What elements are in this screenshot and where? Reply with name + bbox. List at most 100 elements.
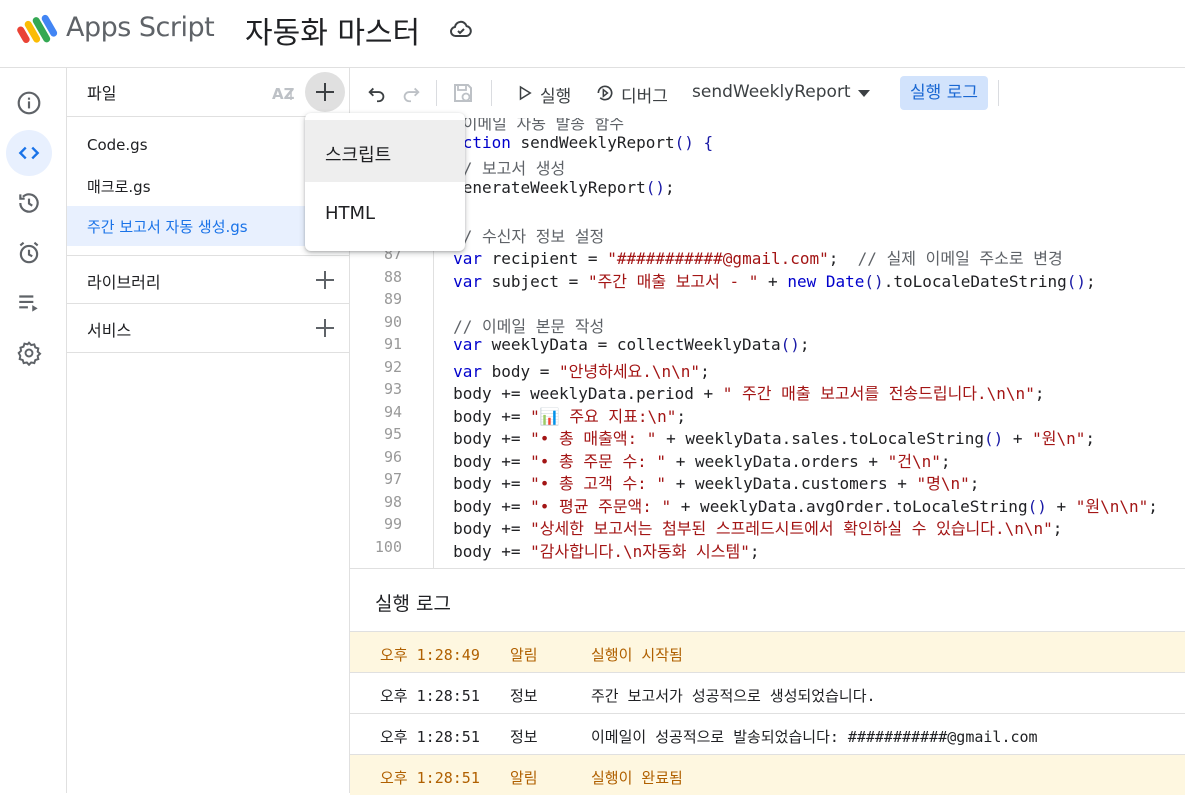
code-line: body += "감사합니다.\n자동화 시스템";: [433, 541, 760, 561]
save-button[interactable]: [450, 80, 476, 106]
line-number: 92: [383, 357, 402, 376]
file-name: 매크로.gs: [87, 178, 151, 196]
toolbar-divider: [491, 80, 492, 106]
project-title[interactable]: 자동화 마스터: [245, 8, 420, 52]
run-button[interactable]: 실행: [516, 80, 576, 107]
executions-button[interactable]: [6, 280, 52, 326]
undo-icon: [368, 87, 385, 103]
files-header: 파일 AZ: [67, 68, 350, 117]
code-line: body += "• 총 주문 수: " + weeklyData.orders…: [433, 451, 951, 471]
overview-button[interactable]: [6, 80, 52, 126]
code-line: // 이메일 본문 작성: [453, 316, 605, 336]
toolbar-divider: [436, 80, 437, 106]
line-number: 100: [374, 537, 402, 556]
log-time: 오후 1:28:49: [380, 646, 480, 664]
log-message: 이메일이 성공적으로 발송되었습니다: ###########@gmail.co…: [591, 728, 1038, 746]
line-number: 89: [383, 290, 402, 308]
log-message: 주간 보고서가 성공적으로 생성되었습니다.: [591, 687, 876, 705]
menu-item-html[interactable]: HTML: [305, 182, 465, 244]
code-line: var recipient = "###########@gmail.com";…: [453, 249, 1063, 268]
plus-icon: [316, 319, 334, 337]
log-time: 오후 1:28:51: [380, 687, 480, 705]
file-name: Code.gs: [87, 136, 148, 154]
app-name: Apps Script: [66, 12, 215, 43]
redo-icon: [403, 87, 420, 103]
line-number: 98: [383, 492, 402, 511]
editor-toolbar: 실행 디버그 sendWeeklyReport 실행 로그: [350, 68, 1185, 118]
files-label: 파일: [87, 84, 117, 103]
project-settings-button[interactable]: [6, 330, 52, 376]
code-line: var body = "안녕하세요.\n\n";: [453, 361, 710, 381]
code-editor[interactable]: 87 88 89 90 91 92 93 94 95 96 97 98 99 100 // 이메일 자동 …: [350, 118, 1185, 568]
log-time: 오후 1:28:51: [380, 769, 480, 787]
cloud-saved-icon: [450, 20, 472, 37]
services-section: 서비스: [67, 304, 350, 353]
save-icon: [454, 84, 472, 102]
toolbar-divider: [998, 80, 999, 106]
triggers-button[interactable]: [6, 230, 52, 276]
alarm-icon: [19, 241, 39, 264]
log-row: 오후 1:28:49 알림 실행이 시작됨: [350, 631, 1185, 672]
execution-log-panel: 실행 로그 오후 1:28:49 알림 실행이 시작됨오후 1:28:51 정보 주간 …: [350, 568, 1185, 795]
dropdown-arrow-icon: [858, 90, 870, 97]
code-line: var subject = "주간 매출 보고서 - " + new Date(…: [453, 271, 1096, 291]
log-message: 실행이 시작됨: [591, 646, 683, 664]
add-file-button[interactable]: [305, 72, 345, 112]
redo-button[interactable]: [398, 80, 424, 106]
info-icon: [17, 91, 41, 115]
execution-log-title: 실행 로그: [375, 593, 451, 615]
menu-item-label: 스크립트: [325, 145, 392, 166]
code-line: body += "• 총 매출액: " + weeklyData.sales.t…: [433, 429, 1096, 448]
code-line: body += "• 평균 주문액: " + weeklyData.avgOrd…: [433, 496, 1158, 516]
line-number: 90: [383, 312, 402, 331]
code-icon: [18, 146, 40, 160]
debug-button[interactable]: 디버그: [595, 80, 675, 107]
settings-icon: [17, 341, 42, 366]
code-line: function sendWeeklyReport() {: [433, 132, 714, 152]
top-bar: Apps Script 자동화 마스터: [0, 0, 1185, 68]
menu-item-script[interactable]: 스크립트: [305, 120, 465, 182]
services-label: 서비스: [87, 321, 132, 340]
file-name: 주간 보고서 자동 생성.gs: [87, 218, 248, 236]
apps-script-logo[interactable]: [16, 12, 60, 48]
log-row: 오후 1:28:51 알림 실행이 완료됨: [350, 754, 1185, 795]
add-library-button[interactable]: [305, 260, 345, 300]
plus-icon: [316, 83, 334, 101]
undo-button[interactable]: [364, 80, 390, 106]
run-label: 실행: [540, 87, 572, 107]
add-service-button[interactable]: [305, 308, 345, 348]
libraries-label: 라이브러리: [87, 273, 161, 292]
line-number: 97: [383, 470, 402, 488]
line-number: 96: [383, 447, 402, 466]
left-nav-rail: [0, 68, 67, 793]
debug-label: 디버그: [621, 87, 668, 107]
menu-item-label: HTML: [325, 203, 376, 224]
execution-log-button[interactable]: 실행 로그: [900, 76, 988, 110]
sort-az-icon: AZ: [272, 85, 295, 103]
code-line: generateWeeklyReport();: [433, 177, 675, 197]
line-number: 94: [383, 402, 402, 421]
line-number: 93: [383, 380, 402, 398]
code-line: body += "상세한 보고서는 첨부된 스프레드시트에서 확인하실 수 있습…: [433, 519, 1063, 538]
log-message: 실행이 완료됨: [591, 769, 683, 787]
executions-icon: [19, 295, 38, 312]
play-icon: [519, 85, 532, 101]
log-row: 오후 1:28:51 정보 이메일이 성공적으로 발송되었습니다: ########…: [350, 713, 1185, 754]
debug-icon: [597, 85, 613, 101]
log-level: 정보: [510, 687, 538, 705]
function-select[interactable]: sendWeeklyReport: [692, 80, 882, 108]
line-number: 88: [383, 267, 402, 286]
history-icon: [19, 193, 39, 213]
editor-button[interactable]: [6, 130, 52, 176]
log-time: 오후 1:28:51: [380, 728, 480, 746]
code-line: body += "• 총 고객 수: " + weeklyData.custom…: [433, 474, 980, 493]
new-file-menu: 스크립트 HTML: [305, 113, 465, 251]
plus-icon: [316, 271, 334, 289]
code-line: body += "📊 주요 지표:\n";: [433, 406, 686, 426]
log-row: 오후 1:28:51 정보 주간 보고서가 성공적으로 생성되었습니다.: [350, 672, 1185, 713]
line-number: 91: [383, 335, 402, 353]
project-history-button[interactable]: [6, 180, 52, 226]
line-number: 95: [383, 425, 402, 443]
function-select-value: sendWeeklyReport: [692, 82, 851, 102]
sort-az-button[interactable]: AZ: [271, 80, 297, 106]
